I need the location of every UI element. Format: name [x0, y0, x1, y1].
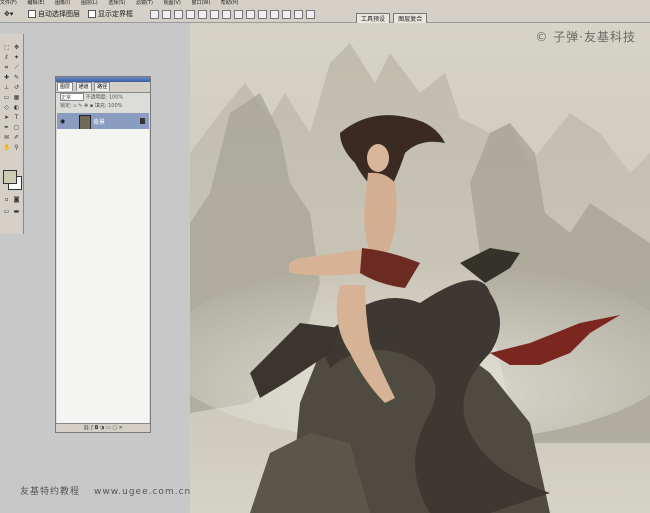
artwork	[190, 43, 650, 513]
auto-select-checkbox[interactable]	[28, 10, 36, 18]
standard-mode-icon[interactable]: ▫	[3, 196, 10, 203]
options-bar: ✥▾ 自动选择图层 显示定界框 工具预设 图层复合	[0, 6, 650, 25]
distribute-3-icon[interactable]	[246, 10, 255, 19]
fx-icon[interactable]: ƒ	[91, 425, 93, 431]
layer-name: 背景	[93, 119, 106, 126]
distribute-icon[interactable]	[222, 10, 231, 19]
trash-icon[interactable]: ✕	[119, 425, 123, 431]
slice-tool-icon[interactable]: ⟋	[13, 64, 20, 71]
toolbox: ⬚ ✥ ℓ ✦ ⌗ ⟋ ✚ ✎ ⊥ ↺ ▭ ▦ ◇ ◐ ➤ T ✒ ▢ ✉ ✐ …	[0, 34, 24, 234]
align-bottom-icon[interactable]	[174, 10, 183, 19]
align-middle-icon[interactable]	[162, 10, 171, 19]
face	[367, 144, 389, 172]
lock-row: 锁定: ▫ ✎ ✥ ▪ 填充: 100%	[56, 102, 150, 111]
fill-label: 填充:	[94, 103, 107, 109]
layer-thumbnail	[79, 115, 91, 130]
screen-mode-icon[interactable]: ▭	[3, 208, 10, 215]
lock-icons[interactable]: ▫ ✎ ✥ ▪	[73, 103, 93, 109]
distribute-8-icon[interactable]	[306, 10, 315, 19]
align-buttons	[150, 10, 318, 21]
type-tool-icon[interactable]: T	[13, 114, 20, 121]
watermark: 友基特约教程 www.ugee.com.cn	[20, 484, 191, 497]
distribute-4-icon[interactable]	[258, 10, 267, 19]
tab-channels[interactable]: 通道	[75, 82, 92, 91]
blur-tool-icon[interactable]: ◇	[3, 104, 10, 111]
watermark-url: www.ugee.com.cn	[94, 487, 192, 497]
blend-mode-select[interactable]: 正常	[60, 93, 84, 101]
eye-icon[interactable]: ◉	[60, 118, 68, 125]
copyright-text: © 子弹·友基科技	[535, 30, 636, 44]
zoom-tool-icon[interactable]: ⚲	[13, 144, 20, 151]
distribute-6-icon[interactable]	[282, 10, 291, 19]
blend-row: 正常 不透明度: 100%	[56, 93, 150, 102]
dodge-tool-icon[interactable]: ◐	[13, 104, 20, 111]
foreground-color-swatch[interactable]	[3, 170, 17, 184]
lasso-tool-icon[interactable]: ℓ	[3, 54, 10, 61]
show-bounds-checkbox[interactable]	[88, 10, 96, 18]
adjustment-icon[interactable]: ◑	[100, 425, 104, 431]
mask-icon[interactable]: ◘	[94, 425, 98, 431]
magic-wand-icon[interactable]: ✦	[13, 54, 20, 61]
move-tool-icon[interactable]: ✥	[13, 44, 20, 51]
group-icon[interactable]: ▭	[106, 425, 111, 431]
move-tool-icon[interactable]: ✥▾	[4, 9, 13, 19]
marquee-tool-icon[interactable]: ⬚	[3, 44, 10, 51]
panel-tabs: 图层 通道 路径	[56, 82, 150, 93]
layers-panel: 图层 通道 路径 正常 不透明度: 100% 锁定: ▫ ✎ ✥ ▪ 填充: 1…	[55, 76, 151, 433]
align-left-icon[interactable]	[186, 10, 195, 19]
healing-brush-icon[interactable]: ✚	[3, 74, 10, 81]
brush-tool-icon[interactable]: ✎	[13, 74, 20, 81]
new-layer-icon[interactable]: ▢	[112, 425, 117, 431]
distribute-5-icon[interactable]	[270, 10, 279, 19]
gradient-tool-icon[interactable]: ▦	[13, 94, 20, 101]
lock-icon	[140, 118, 145, 124]
quick-mask-icon[interactable]: ◙	[13, 196, 20, 203]
distribute-2-icon[interactable]	[234, 10, 243, 19]
path-select-icon[interactable]: ➤	[3, 114, 10, 121]
watermark-title: 友基特约教程	[20, 487, 81, 497]
eyedropper-icon[interactable]: ✐	[13, 134, 20, 141]
align-center-icon[interactable]	[198, 10, 207, 19]
tab-layers[interactable]: 图层	[57, 82, 74, 91]
align-right-icon[interactable]	[210, 10, 219, 19]
show-bounds-option[interactable]: 显示定界框	[88, 9, 133, 19]
auto-select-option[interactable]: 自动选择图层	[28, 9, 80, 19]
shape-tool-icon[interactable]: ▢	[13, 124, 20, 131]
full-screen-icon[interactable]: ▬	[13, 208, 20, 215]
align-top-icon[interactable]	[150, 10, 159, 19]
opacity-value[interactable]: 100%	[109, 95, 123, 101]
notes-tool-icon[interactable]: ✉	[3, 134, 10, 141]
fill-value[interactable]: 100%	[108, 103, 122, 109]
hand-tool-icon[interactable]: ✋	[3, 144, 10, 151]
crop-tool-icon[interactable]: ⌗	[3, 64, 10, 71]
tab-paths[interactable]: 路径	[94, 82, 111, 91]
lock-label: 锁定:	[60, 103, 72, 109]
history-brush-icon[interactable]: ↺	[13, 84, 20, 91]
layer-list-empty	[57, 129, 149, 423]
document-canvas[interactable]: © 子弹·友基科技	[190, 23, 650, 513]
pen-tool-icon[interactable]: ✒	[3, 124, 10, 131]
opacity-label: 不透明度:	[85, 94, 108, 101]
distribute-7-icon[interactable]	[294, 10, 303, 19]
stamp-tool-icon[interactable]: ⊥	[3, 84, 10, 91]
eraser-tool-icon[interactable]: ▭	[3, 94, 10, 101]
link-icon[interactable]: ⛓	[83, 425, 89, 431]
panel-footer: ⛓ ƒ ◘ ◑ ▭ ▢ ✕	[56, 423, 150, 432]
